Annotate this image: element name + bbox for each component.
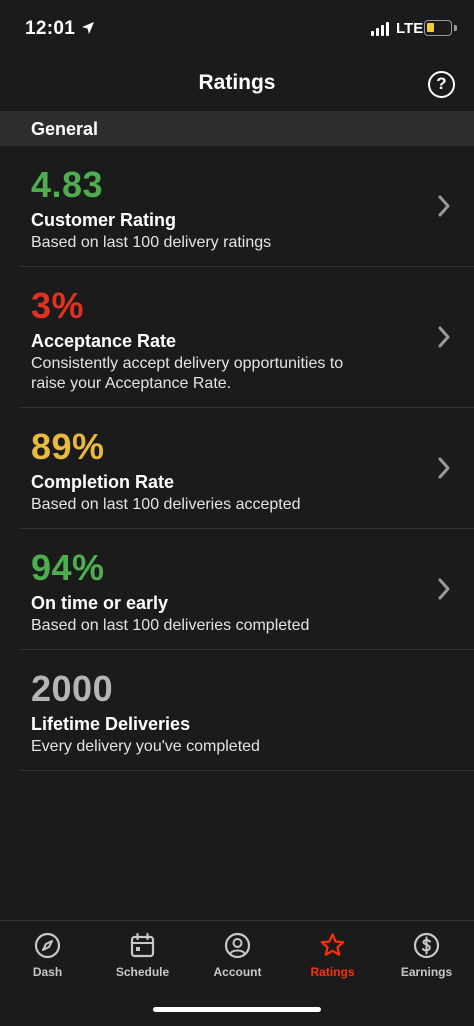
rating-value: 94%	[31, 547, 105, 588]
battery-level	[427, 23, 434, 32]
section-title: General	[31, 119, 99, 139]
home-indicator	[153, 1007, 321, 1012]
rating-list: 4.83 Customer Rating Based on last 100 d…	[0, 146, 474, 771]
rating-row-completion-rate[interactable]: 89% Completion Rate Based on last 100 de…	[0, 408, 474, 529]
location-arrow-icon	[82, 22, 94, 34]
user-icon	[224, 932, 251, 959]
tab-account[interactable]: Account	[190, 921, 285, 1001]
rating-value: 2000	[31, 668, 114, 709]
network-type: LTE	[396, 20, 424, 37]
divider	[20, 770, 474, 771]
tab-earnings[interactable]: Earnings	[379, 921, 474, 1001]
rating-value: 3%	[31, 285, 85, 326]
question-circle-icon: ?	[436, 74, 447, 93]
tab-dash[interactable]: Dash	[0, 921, 95, 1001]
help-button[interactable]: ?	[428, 71, 455, 98]
rating-row-lifetime-deliveries: 2000 Lifetime Deliveries Every delivery …	[0, 650, 474, 771]
chevron-right-icon	[438, 457, 450, 479]
tab-label: Account	[213, 965, 262, 979]
battery-icon	[424, 20, 452, 36]
star-icon	[320, 933, 345, 956]
rating-label: On time or early	[31, 593, 169, 613]
rating-subtitle: Consistently accept delivery opportuniti…	[31, 355, 344, 392]
rating-value: 89%	[31, 426, 105, 467]
nav-header: Ratings ?	[0, 58, 474, 110]
rating-label: Customer Rating	[31, 210, 177, 230]
tab-schedule[interactable]: Schedule	[95, 921, 190, 1001]
tab-ratings[interactable]: Ratings	[285, 921, 380, 1001]
rating-value: 4.83	[31, 164, 104, 205]
dollar-icon	[413, 932, 440, 959]
status-bar: 12:01 LTE	[0, 0, 474, 58]
tab-label: Dash	[32, 965, 63, 979]
calendar-icon	[130, 932, 155, 958]
page-title: Ratings	[198, 71, 276, 94]
rating-label: Lifetime Deliveries	[31, 714, 191, 734]
rating-label: Acceptance Rate	[31, 331, 177, 351]
tab-label: Schedule	[115, 965, 170, 979]
rating-subtitle: Every delivery you've completed	[31, 738, 260, 755]
ratings-screen: 12:01 LTE Ratings ? General 4.83 Custome…	[0, 0, 474, 1026]
rating-subtitle: Based on last 100 deliveries completed	[31, 617, 310, 634]
chevron-right-icon	[438, 326, 450, 348]
status-time: 12:01	[25, 18, 76, 39]
tab-label: Earnings	[400, 965, 453, 979]
section-header: General	[0, 111, 474, 146]
chevron-right-icon	[438, 195, 450, 217]
chevron-right-icon	[438, 578, 450, 600]
rating-row-customer-rating[interactable]: 4.83 Customer Rating Based on last 100 d…	[0, 146, 474, 267]
signal-icon	[371, 22, 391, 36]
tab-label: Ratings	[310, 965, 355, 979]
rating-subtitle: Based on last 100 delivery ratings	[31, 234, 272, 251]
rating-subtitle: Based on last 100 deliveries accepted	[31, 496, 301, 513]
battery-tip	[454, 25, 457, 31]
rating-label: Completion Rate	[31, 472, 175, 492]
compass-icon	[34, 932, 61, 959]
rating-row-on-time[interactable]: 94% On time or early Based on last 100 d…	[0, 529, 474, 650]
rating-row-acceptance-rate[interactable]: 3% Acceptance Rate Consistently accept d…	[0, 267, 474, 408]
